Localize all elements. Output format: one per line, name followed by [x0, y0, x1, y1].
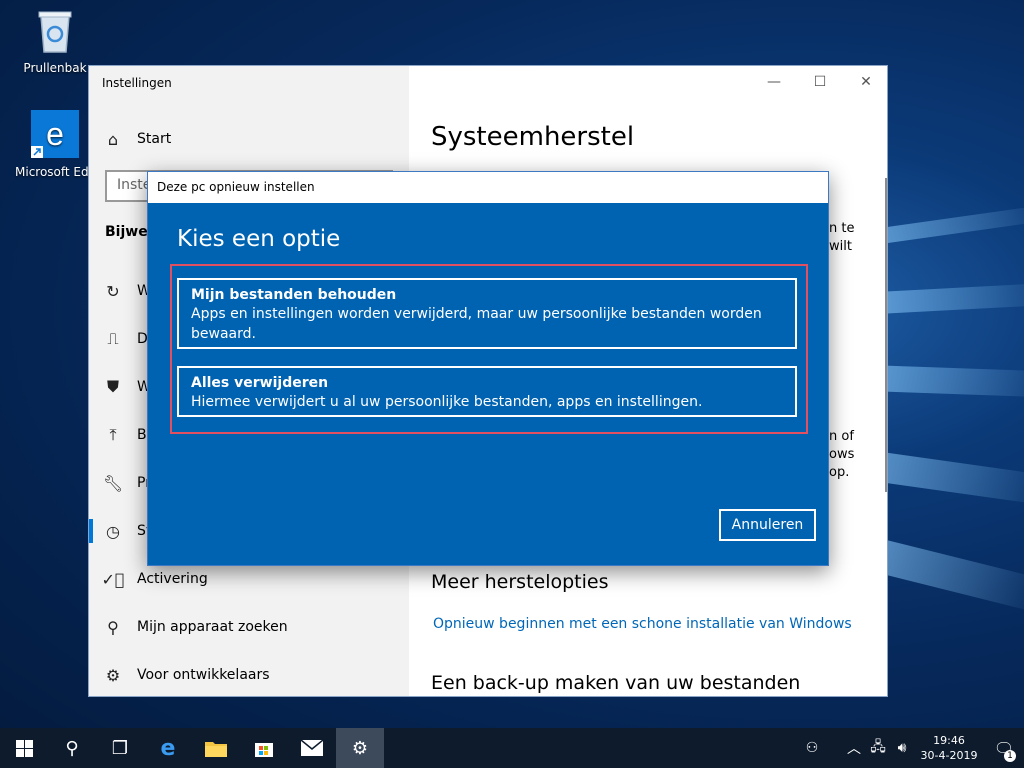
sync-icon: ↻: [106, 281, 120, 301]
history-icon: ◷: [106, 521, 120, 541]
gear-icon: ⚙: [351, 737, 369, 759]
backup-heading: Een back-up maken van uw bestanden: [431, 672, 801, 694]
option-title: Alles verwijderen: [191, 375, 329, 391]
search-button[interactable]: ⚲: [48, 728, 96, 768]
content-scrollbar[interactable]: [885, 178, 887, 492]
desktop-edge[interactable]: e Microsoft Edge: [15, 110, 104, 179]
taskbar-mail[interactable]: [288, 728, 336, 768]
task-view-icon: ❐: [111, 737, 129, 759]
minimize-icon[interactable]: —: [751, 66, 797, 98]
notification-badge: 1: [1004, 749, 1016, 762]
nav-item-label: Voor ontwikkelaars: [137, 667, 270, 683]
window-title: Instellingen: [102, 76, 172, 90]
svg-text:e: e: [46, 116, 64, 152]
nav-item-label: Start: [137, 131, 172, 147]
network-icon[interactable]: 🖧︎: [866, 736, 890, 760]
reset-pc-dialog: Deze pc opnieuw instellen Kies een optie…: [147, 171, 829, 566]
truncated-text: n te wilt: [829, 221, 855, 254]
person-pin-icon: ⚲: [107, 617, 119, 637]
nav-item-label: Activering: [137, 571, 208, 587]
clock-time: 19:46: [933, 734, 965, 747]
option-title: Mijn bestanden behouden: [191, 287, 397, 303]
shield-icon: ⛊: [106, 377, 119, 396]
taskbar-settings[interactable]: ⚙: [336, 728, 384, 768]
desktop-recycle-bin[interactable]: Prullenbak: [15, 8, 95, 75]
close-icon[interactable]: ✕: [843, 66, 887, 98]
desktop-icon-label: Prullenbak: [23, 61, 87, 75]
edge-icon: e: [31, 110, 79, 158]
taskbar-edge[interactable]: e: [144, 728, 192, 768]
maximize-icon[interactable]: ☐: [797, 66, 843, 98]
chevron-up-icon[interactable]: ︿: [842, 738, 866, 758]
fresh-start-link[interactable]: Opnieuw beginnen met een schone installa…: [433, 616, 852, 632]
nav-item-for-developers[interactable]: ⚙ Voor ontwikkelaars: [89, 655, 409, 695]
system-tray: ⚇ ︿ 🖧︎ 🔊︎ 19:46 30-4-2019 🗨︎ 1: [800, 728, 1024, 768]
option-remove-everything[interactable]: Alles verwijderen Hiermee verwijdert u a…: [177, 366, 797, 417]
start-button[interactable]: [0, 728, 48, 768]
cancel-button[interactable]: Annuleren: [719, 509, 816, 541]
nav-item-find-my-device[interactable]: ⚲ Mijn apparaat zoeken: [89, 607, 409, 647]
store-icon: [255, 743, 273, 757]
taskbar-file-explorer[interactable]: [192, 728, 240, 768]
edge-icon: e: [160, 735, 176, 761]
page-title: Systeemherstel: [431, 122, 635, 152]
check-circle-icon: ✓⃝: [101, 569, 125, 589]
folder-icon: [205, 742, 227, 757]
dialog-heading: Kies een optie: [177, 226, 341, 252]
people-icon[interactable]: ⚇: [800, 740, 824, 756]
clock[interactable]: 19:46 30-4-2019: [914, 733, 984, 763]
taskbar-store[interactable]: [240, 728, 288, 768]
home-icon: ⌂: [107, 129, 119, 149]
option-description: Apps en instellingen worden verwijderd, …: [191, 306, 762, 342]
option-description: Hiermee verwijdert u al uw persoonlijke …: [191, 394, 703, 410]
volume-icon[interactable]: 🔊︎: [890, 740, 914, 756]
option-keep-files[interactable]: Mijn bestanden behouden Apps en instelli…: [177, 278, 797, 349]
dialog-title: Deze pc opnieuw instellen: [148, 172, 828, 203]
windows-logo-icon: [15, 739, 33, 757]
wrench-icon: 🔧︎: [102, 473, 124, 493]
recycle-bin-icon: [38, 11, 72, 53]
delivery-icon: ⎍: [107, 329, 119, 348]
clock-date: 30-4-2019: [920, 749, 978, 762]
nav-item-start[interactable]: ⌂ Start: [89, 119, 409, 159]
truncated-text: n of ows op.: [829, 429, 855, 480]
window-controls: — ☐ ✕: [751, 66, 887, 98]
mail-icon: [301, 740, 323, 756]
backup-icon: ⤒: [109, 425, 117, 444]
nav-item-label: Mijn apparaat zoeken: [137, 619, 288, 635]
taskbar: ⚲ ❐ e ⚙ ⚇ ︿ 🖧︎ 🔊︎ 19:46 30-4-2019 🗨︎ 1: [0, 728, 1024, 768]
developer-icon: ⚙: [105, 665, 121, 685]
more-options-heading: Meer herstelopties: [431, 571, 609, 593]
action-center-button[interactable]: 🗨︎ 1: [984, 739, 1024, 762]
task-view-button[interactable]: ❐: [96, 728, 144, 768]
search-icon: ⚲: [65, 737, 79, 759]
desktop-icon-label: Microsoft Edge: [15, 165, 104, 179]
